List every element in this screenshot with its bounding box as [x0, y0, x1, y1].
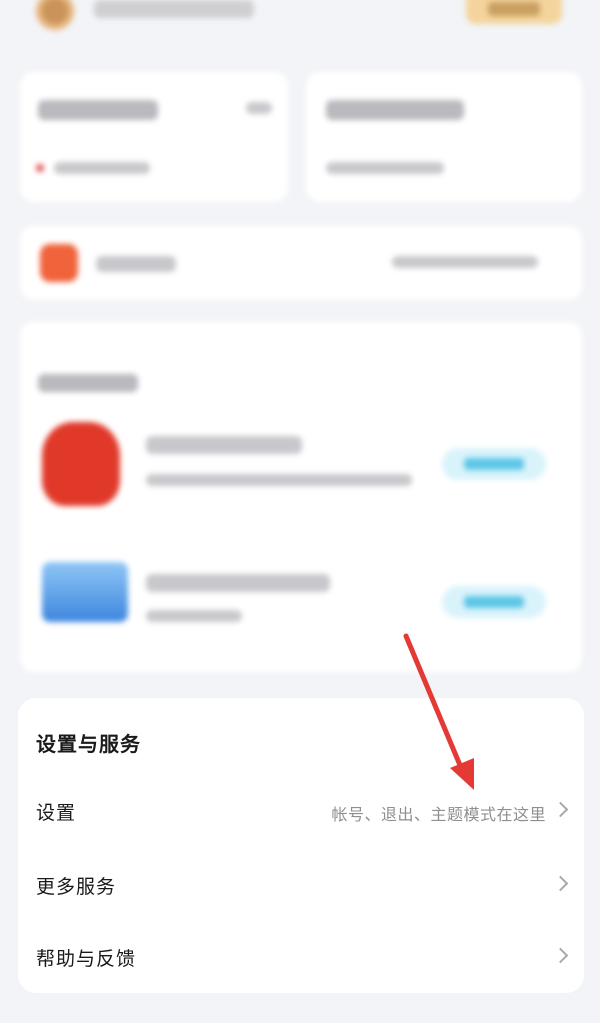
menu-item-label: 帮助与反馈 — [36, 948, 137, 970]
stat-card-right[interactable] — [306, 72, 582, 202]
promo-image-red — [42, 422, 120, 506]
menu-item-hint: 帐号、退出、主题模式在这里 — [331, 805, 546, 824]
menu-item-label: 更多服务 — [36, 876, 117, 898]
profile-name-placeholder — [94, 0, 254, 18]
profile-header — [0, 0, 600, 50]
recommended-card — [20, 322, 582, 672]
avatar[interactable] — [36, 0, 74, 30]
menu-item-label: 设置 — [36, 802, 77, 824]
stat-card-left[interactable] — [20, 72, 288, 202]
section-title: 设置与服务 — [36, 732, 141, 756]
promo-button-1[interactable] — [442, 448, 546, 480]
menu-item-help-feedback[interactable]: 帮助与反馈 — [18, 926, 584, 986]
chevron-right-icon — [552, 875, 569, 892]
chevron-right-icon — [552, 947, 569, 964]
menu-item-settings[interactable]: 设置 帐号、退出、主题模式在这里 — [18, 780, 584, 840]
menu-item-more-services[interactable]: 更多服务 — [18, 854, 584, 914]
settings-services-card: 设置与服务 设置 帐号、退出、主题模式在这里 更多服务 帮助与反馈 — [18, 698, 584, 993]
promo-button-2[interactable] — [442, 586, 546, 618]
membership-button[interactable] — [466, 0, 562, 24]
promo-image-blue — [42, 562, 128, 622]
chevron-right-icon — [552, 801, 569, 818]
feature-icon — [40, 244, 78, 282]
feature-entry-row[interactable] — [20, 226, 582, 300]
